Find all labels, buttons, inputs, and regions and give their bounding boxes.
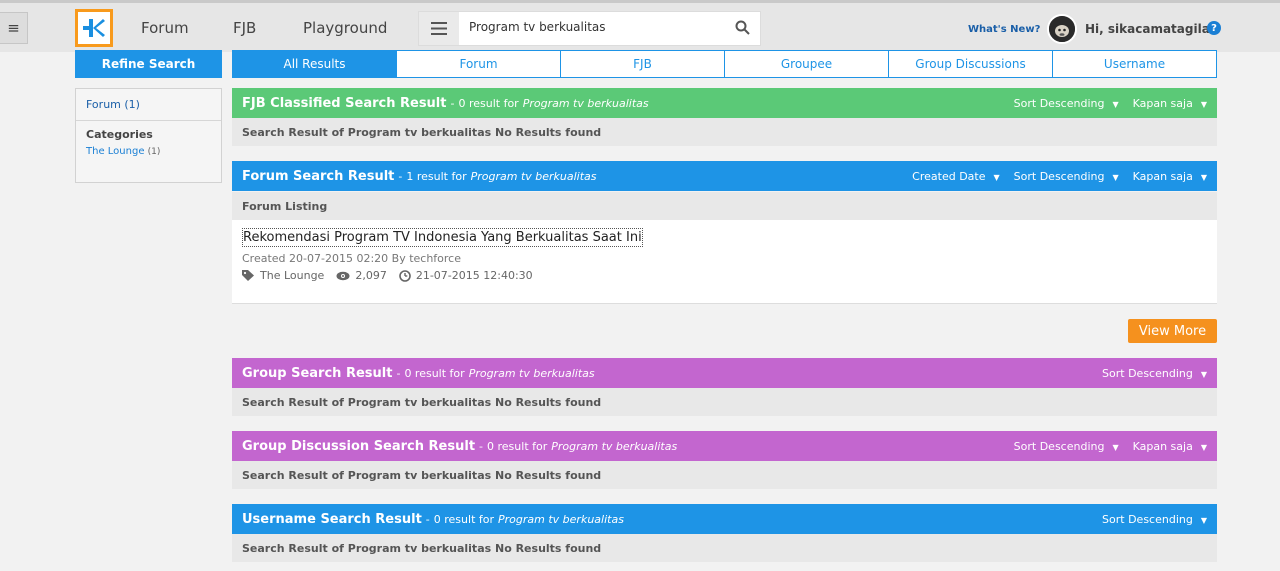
result-count: 0 result for	[487, 439, 548, 453]
time-filter-dropdown[interactable]: Kapan saja ▼	[1133, 97, 1207, 110]
category-name: The Lounge	[86, 146, 145, 157]
nav-playground-link[interactable]: Playground	[303, 19, 387, 37]
result-count: 0 result for	[404, 366, 465, 380]
section-title: Forum Search Result	[242, 168, 395, 184]
search-query: Program tv berkualitas	[498, 512, 624, 526]
search-query: Program tv berkualitas	[522, 96, 649, 110]
username-section-header: Username Search Result - 0 result for Pr…	[232, 504, 1217, 534]
thread-views: 2,097	[336, 269, 387, 282]
sort-dropdown[interactable]: Sort Descending ▼	[1014, 97, 1119, 110]
section-title: Username Search Result	[242, 511, 422, 527]
caret-down-icon: ▼	[1200, 442, 1207, 452]
section-title: Group Search Result	[242, 365, 393, 381]
search-input[interactable]	[469, 20, 719, 34]
sort-dropdown[interactable]: Sort Descending ▼	[1014, 440, 1119, 453]
view-more-button[interactable]: View More	[1128, 319, 1217, 343]
sidebar-toggle-button[interactable]: ≡	[0, 12, 28, 44]
section-controls: Sort Descending ▼	[1102, 513, 1207, 526]
search-category-button[interactable]	[419, 12, 459, 45]
section-title: Group Discussion Search Result	[242, 438, 476, 454]
caret-down-icon: ▼	[1112, 172, 1119, 182]
kaskus-logo[interactable]	[75, 9, 113, 47]
time-filter-dropdown[interactable]: Kapan saja ▼	[1133, 170, 1207, 183]
username-no-results: Search Result of Program tv berkualitas …	[232, 534, 1217, 562]
caret-down-icon: ▼	[1200, 99, 1207, 109]
thread-category[interactable]: The Lounge	[242, 269, 324, 282]
nav-forum-link[interactable]: Forum	[141, 19, 189, 37]
group-discussion-section-header: Group Discussion Search Result - 0 resul…	[232, 431, 1217, 461]
result-count: 0 result for	[433, 512, 495, 526]
result-count: 0 result for	[458, 96, 519, 110]
tab-all-results[interactable]: All Results	[233, 51, 397, 77]
hamburger-icon	[431, 22, 447, 35]
caret-down-icon: ▼	[1200, 369, 1207, 379]
section-controls: Created Date ▼ Sort Descending ▼ Kapan saj…	[912, 170, 1207, 183]
tab-username[interactable]: Username	[1053, 51, 1216, 77]
tag-icon	[242, 270, 254, 281]
fjb-section-header: FJB Classified Search Result - 0 result …	[232, 88, 1217, 118]
refine-panel: Forum (1) Categories The Lounge (1)	[75, 88, 222, 183]
refine-search-button[interactable]: Refine Search	[75, 50, 222, 78]
caret-down-icon: ▼	[1200, 172, 1207, 182]
avatar-image	[1049, 16, 1075, 42]
categories-heading: Categories	[86, 128, 153, 141]
caret-down-icon: ▼	[1112, 99, 1119, 109]
section-controls: Sort Descending ▼ Kapan saja ▼	[1014, 97, 1207, 110]
sort-dropdown[interactable]: Sort Descending ▼	[1102, 367, 1207, 380]
search-query: Program tv berkualitas	[470, 169, 597, 183]
caret-down-icon: ▼	[1112, 442, 1119, 452]
section-controls: Sort Descending ▼ Kapan saja ▼	[1014, 440, 1207, 453]
tab-forum[interactable]: Forum	[397, 51, 561, 77]
search-icon[interactable]	[735, 20, 750, 39]
time-filter-dropdown[interactable]: Kapan saja ▼	[1133, 440, 1207, 453]
clock-icon	[399, 269, 411, 282]
thread-last-post: 21-07-2015 12:40:30	[399, 269, 533, 282]
user-greeting[interactable]: Hi, sikacamatagila	[1085, 22, 1210, 36]
forum-result-item: Rekomendasi Program TV Indonesia Yang Be…	[232, 220, 1217, 304]
result-count: 1 result for	[406, 169, 467, 183]
search-query: Program tv berkualitas	[551, 439, 678, 453]
group-section-header: Group Search Result - 0 result for Progr…	[232, 358, 1217, 388]
forum-listing-label: Forum Listing	[232, 192, 1217, 220]
caret-down-icon: ▼	[1200, 515, 1207, 525]
sort-dropdown[interactable]: Sort Descending ▼	[1102, 513, 1207, 526]
user-avatar[interactable]	[1047, 14, 1077, 44]
created-date-dropdown[interactable]: Created Date ▼	[912, 170, 999, 183]
forum-section-header: Forum Search Result - 1 result for Progr…	[232, 161, 1217, 191]
search-query: Program tv berkualitas	[468, 366, 595, 380]
top-navbar: ≡ Forum FJB Playground What's New?	[0, 0, 1280, 52]
tab-fjb[interactable]: FJB	[561, 51, 725, 77]
tab-group-discussions[interactable]: Group Discussions	[889, 51, 1053, 77]
group-discussion-no-results: Search Result of Program tv berkualitas …	[232, 461, 1217, 489]
kaskus-k-icon	[83, 19, 105, 37]
eye-icon	[336, 271, 350, 280]
result-tabs: All Results Forum FJB Groupee Group Disc…	[232, 50, 1217, 78]
category-filter-the-lounge[interactable]: The Lounge (1)	[76, 143, 221, 160]
refine-forum-filter[interactable]: Forum (1)	[76, 89, 221, 121]
thread-meta: The Lounge 2,097 21-07-2015 12:40:30	[242, 269, 533, 282]
fjb-no-results: Search Result of Program tv berkualitas …	[232, 118, 1217, 146]
menu-icon: ≡	[7, 19, 20, 37]
help-icon[interactable]: ?	[1207, 21, 1221, 35]
thread-created-info: Created 20-07-2015 02:20 By techforce	[242, 252, 462, 265]
section-controls: Sort Descending ▼	[1102, 367, 1207, 380]
category-count: (1)	[147, 147, 161, 157]
caret-down-icon: ▼	[993, 172, 1000, 182]
group-no-results: Search Result of Program tv berkualitas …	[232, 388, 1217, 416]
search-bar	[418, 11, 761, 46]
tab-groupee[interactable]: Groupee	[725, 51, 889, 77]
thread-title-link[interactable]: Rekomendasi Program TV Indonesia Yang Be…	[242, 228, 643, 247]
whats-new-link[interactable]: What's New?	[968, 24, 1040, 35]
sort-dropdown[interactable]: Sort Descending ▼	[1014, 170, 1119, 183]
nav-fjb-link[interactable]: FJB	[233, 19, 256, 37]
section-title: FJB Classified Search Result	[242, 95, 447, 111]
